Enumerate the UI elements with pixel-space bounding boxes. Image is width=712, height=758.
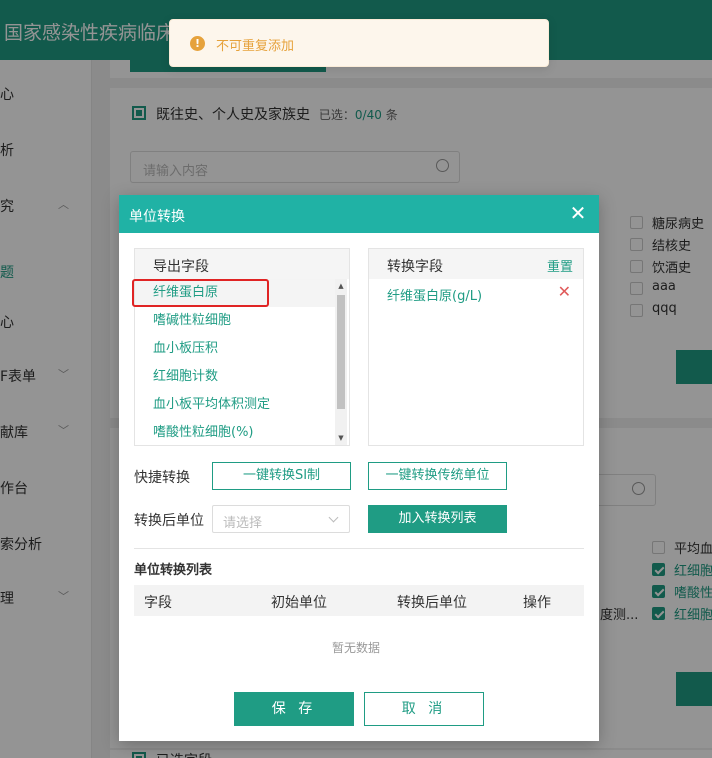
column-header: 转换后单位 — [397, 595, 467, 611]
close-icon[interactable]: ✕ — [567, 202, 589, 224]
convert-si-button[interactable]: 一键转换SI制 — [212, 462, 351, 490]
export-list-scrollbar[interactable]: ▲ ▼ — [335, 279, 347, 445]
quick-convert-label: 快捷转换 — [134, 470, 190, 486]
column-header: 初始单位 — [271, 595, 327, 611]
conversion-table-header: 字段 初始单位 转换后单位 操作 — [134, 585, 584, 616]
export-field-list[interactable]: 纤维蛋白原 嗜碱性粒细胞 血小板压积 红细胞计数 血小板平均体积测定 嗜酸性粒细… — [135, 279, 335, 445]
scroll-thumb[interactable] — [337, 295, 345, 409]
divider — [134, 548, 584, 549]
target-unit-select[interactable]: 请选择 — [212, 505, 350, 533]
empty-state-text: 暂无数据 — [331, 641, 380, 655]
dialog-title: 单位转换 — [129, 209, 185, 225]
field-item[interactable]: 血小板平均体积测定 — [135, 391, 335, 419]
toast-message: 不可重复添加 — [216, 39, 295, 54]
conversion-list-title: 单位转换列表 — [134, 563, 213, 578]
warning-icon: ! — [190, 36, 205, 51]
chevron-down-icon — [328, 512, 339, 523]
delete-icon[interactable]: ✕ — [558, 282, 571, 301]
field-item[interactable]: 纤维蛋白原 — [135, 279, 335, 307]
target-unit-label: 转换后单位 — [134, 513, 204, 529]
dialog-header: 单位转换 ✕ — [119, 195, 599, 233]
field-item[interactable]: 嗜酸性粒细胞(%) — [135, 419, 335, 445]
add-to-list-button[interactable]: 加入转换列表 — [368, 505, 507, 533]
scroll-down-icon[interactable]: ▼ — [335, 433, 347, 443]
field-item[interactable]: 血小板压积 — [135, 335, 335, 363]
column-header: 操作 — [523, 595, 551, 611]
export-fields-title: 导出字段 — [153, 259, 209, 275]
reset-link[interactable]: 重置 — [547, 256, 573, 275]
cancel-button[interactable]: 取 消 — [364, 692, 484, 726]
field-item[interactable]: 嗜碱性粒细胞 — [135, 307, 335, 335]
scroll-up-icon[interactable]: ▲ — [335, 281, 347, 291]
convert-traditional-button[interactable]: 一键转换传统单位 — [368, 462, 507, 490]
convert-fields-panel: 转换字段 重置 纤维蛋白原(g/L) ✕ — [368, 248, 584, 446]
column-header: 字段 — [144, 595, 172, 611]
convert-fields-title: 转换字段 — [387, 259, 443, 275]
field-item[interactable]: 红细胞计数 — [135, 363, 335, 391]
export-fields-panel: 导出字段 纤维蛋白原 嗜碱性粒细胞 血小板压积 红细胞计数 血小板平均体积测定 … — [134, 248, 350, 446]
save-button[interactable]: 保 存 — [234, 692, 354, 726]
converted-field-item: 纤维蛋白原(g/L) ✕ — [387, 282, 571, 304]
warning-toast: ! 不可重复添加 — [169, 19, 549, 67]
